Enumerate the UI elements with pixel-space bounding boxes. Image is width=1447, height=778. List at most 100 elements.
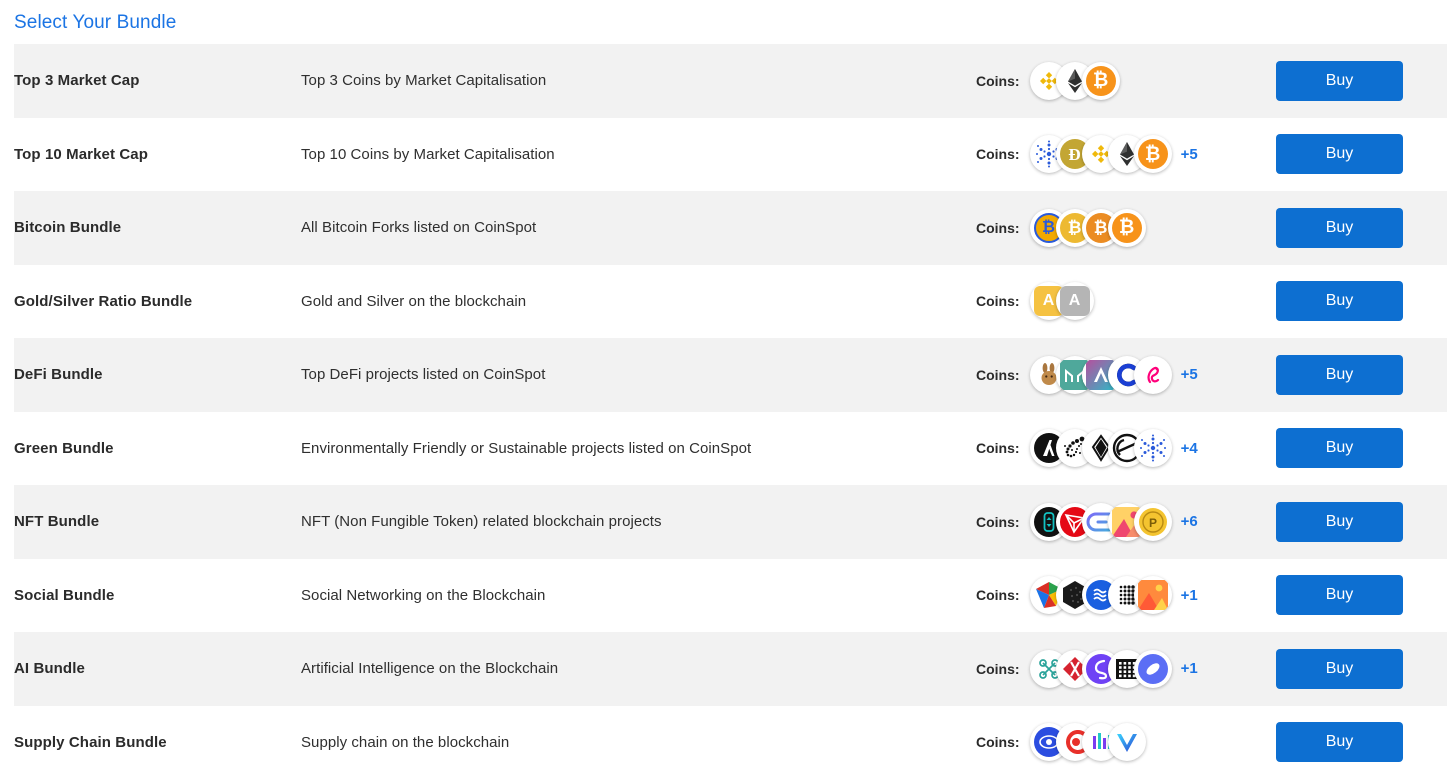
bundle-coins-cell: Coins: ₿ (976, 61, 1276, 100)
cardano-icon (1133, 429, 1172, 468)
bundle-description: Environmentally Friendly or Sustainable … (301, 439, 752, 457)
silver-token-icon: A (1055, 282, 1094, 321)
bundle-row: Gold/Silver Ratio Bundle Gold and Silver … (14, 264, 1447, 338)
buy-button[interactable]: Buy (1276, 281, 1403, 322)
bundle-name: Green Bundle (14, 439, 114, 457)
more-coins-count: +4 (1180, 439, 1198, 457)
buy-cell: Buy (1276, 501, 1447, 542)
buy-button[interactable]: Buy (1276, 134, 1403, 175)
buy-cell: Buy (1276, 354, 1447, 395)
buy-button[interactable]: Buy (1276, 428, 1403, 469)
bundle-description: Artificial Intelligence on the Blockchai… (301, 660, 559, 678)
bundle-row: Green Bundle Environmentally Friendly or … (14, 411, 1447, 485)
coin-stack (1029, 723, 1146, 762)
bundle-row: Supply Chain Bundle Supply chain on the b… (14, 705, 1447, 778)
buy-button[interactable]: Buy (1276, 207, 1403, 248)
coin-stack (1029, 429, 1172, 468)
bundle-name: Top 10 Market Cap (14, 145, 148, 163)
bundle-description: Social Networking on the Blockchain (301, 586, 546, 604)
rally-icon (1133, 576, 1172, 615)
bitcoin-icon: ₿ (1133, 135, 1172, 174)
more-coins-count: +5 (1180, 145, 1198, 163)
bundle-coins-cell: Coins: +1 (976, 576, 1276, 615)
coins-label: Coins: (976, 146, 1020, 163)
coins-label: Coins: (976, 440, 1020, 457)
bundle-row: Social Bundle Social Networking on the Bl… (14, 558, 1447, 632)
buy-button[interactable]: Buy (1276, 60, 1403, 101)
bundle-row: AI Bundle Artificial Intelligence on the … (14, 632, 1447, 706)
coin-stack: AA (1029, 282, 1094, 321)
bundle-selection-page: Select Your Bundle Top 3 Market Cap Top 3… (0, 0, 1447, 778)
uniswap-icon (1133, 355, 1172, 394)
bundle-description: NFT (Non Fungible Token) related blockch… (301, 513, 662, 531)
bundle-row: Top 3 Market Cap Top 3 Coins by Market Ca… (14, 44, 1447, 118)
buy-button[interactable]: Buy (1276, 501, 1403, 542)
buy-cell: Buy (1276, 428, 1447, 469)
buy-button[interactable]: Buy (1276, 354, 1403, 395)
bundle-description: Top DeFi projects listed on CoinSpot (301, 366, 546, 384)
more-coins-count: +6 (1180, 513, 1198, 531)
buy-cell: Buy (1276, 60, 1447, 101)
coin-stack: Đ ₿ (1029, 135, 1172, 174)
buy-cell: Buy (1276, 207, 1447, 248)
bundle-coins-cell: Coins: P +6 (976, 502, 1276, 541)
bundle-description: All Bitcoin Forks listed on CoinSpot (301, 219, 537, 237)
bundle-description: Top 10 Coins by Market Capitalisation (301, 145, 555, 163)
coins-label: Coins: (976, 293, 1020, 310)
bundle-name: Gold/Silver Ratio Bundle (14, 292, 193, 310)
coins-label: Coins: (976, 513, 1020, 530)
more-coins-count: +1 (1180, 586, 1198, 604)
bundle-row: Bitcoin Bundle All Bitcoin Forks listed o… (14, 191, 1447, 265)
coin-stack (1029, 576, 1172, 615)
bundle-coins-cell: Coins: A A (976, 282, 1276, 321)
bundle-description: Top 3 Coins by Market Capitalisation (301, 72, 547, 90)
bundle-name: Supply Chain Bundle (14, 733, 167, 751)
more-coins-count: +5 (1180, 366, 1198, 384)
coins-label: Coins: (976, 734, 1020, 751)
bundle-coins-cell: Coins: (976, 723, 1276, 762)
coins-label: Coins: (976, 219, 1020, 236)
coin-stack (1029, 355, 1172, 394)
buy-cell: Buy (1276, 134, 1447, 175)
bundle-coins-cell: Coins: +5 (976, 355, 1276, 394)
bundle-row: NFT Bundle NFT (Non Fungible Token) relat… (14, 485, 1447, 559)
buy-cell: Buy (1276, 575, 1447, 616)
coins-label: Coins: (976, 366, 1020, 383)
buy-cell: Buy (1276, 722, 1447, 763)
bundle-name: Social Bundle (14, 586, 115, 604)
more-coins-count: +1 (1180, 660, 1198, 678)
bundle-coins-cell: Coins: +1 (976, 649, 1276, 688)
buy-cell: Buy (1276, 648, 1447, 689)
bitcoin-icon: ₿ (1107, 208, 1146, 247)
bundle-name: NFT Bundle (14, 513, 100, 531)
ocean-protocol-icon (1133, 649, 1172, 688)
buy-button[interactable]: Buy (1276, 722, 1403, 763)
bundle-description: Supply chain on the blockchain (301, 733, 510, 751)
vechain-icon (1107, 723, 1146, 762)
page-title: Select Your Bundle (14, 12, 177, 33)
buy-cell: Buy (1276, 281, 1447, 322)
buy-button[interactable]: Buy (1276, 575, 1403, 616)
coin-stack: ₿ ₿ ₿ ₿ (1029, 208, 1146, 247)
bundle-name: Top 3 Market Cap (14, 72, 140, 90)
bundle-name: Bitcoin Bundle (14, 219, 122, 237)
bundle-row: DeFi Bundle Top DeFi projects listed on C… (14, 338, 1447, 412)
bundle-table: Top 3 Market Cap Top 3 Coins by Market Ca… (0, 44, 1447, 778)
bundle-coins-cell: Coins: +4 (976, 429, 1276, 468)
bitcoin-icon: ₿ (1081, 61, 1120, 100)
pundix-icon: P (1133, 502, 1172, 541)
coin-stack (1029, 649, 1172, 688)
coins-label: Coins: (976, 72, 1020, 89)
bundle-description: Gold and Silver on the blockchain (301, 292, 527, 310)
coin-stack: P (1029, 502, 1172, 541)
coins-label: Coins: (976, 587, 1020, 604)
bundle-row: Top 10 Market Cap Top 10 Coins by Market … (14, 117, 1447, 191)
coin-stack: ₿ (1029, 61, 1120, 100)
bundle-name: DeFi Bundle (14, 366, 103, 384)
svg-text:P: P (1149, 516, 1157, 530)
coins-label: Coins: (976, 660, 1020, 677)
bundle-coins-cell: Coins: Đ ₿ +5 (976, 135, 1276, 174)
bundle-coins-cell: Coins: ₿ ₿ ₿ ₿ (976, 208, 1276, 247)
bundle-name: AI Bundle (14, 660, 85, 678)
buy-button[interactable]: Buy (1276, 648, 1403, 689)
